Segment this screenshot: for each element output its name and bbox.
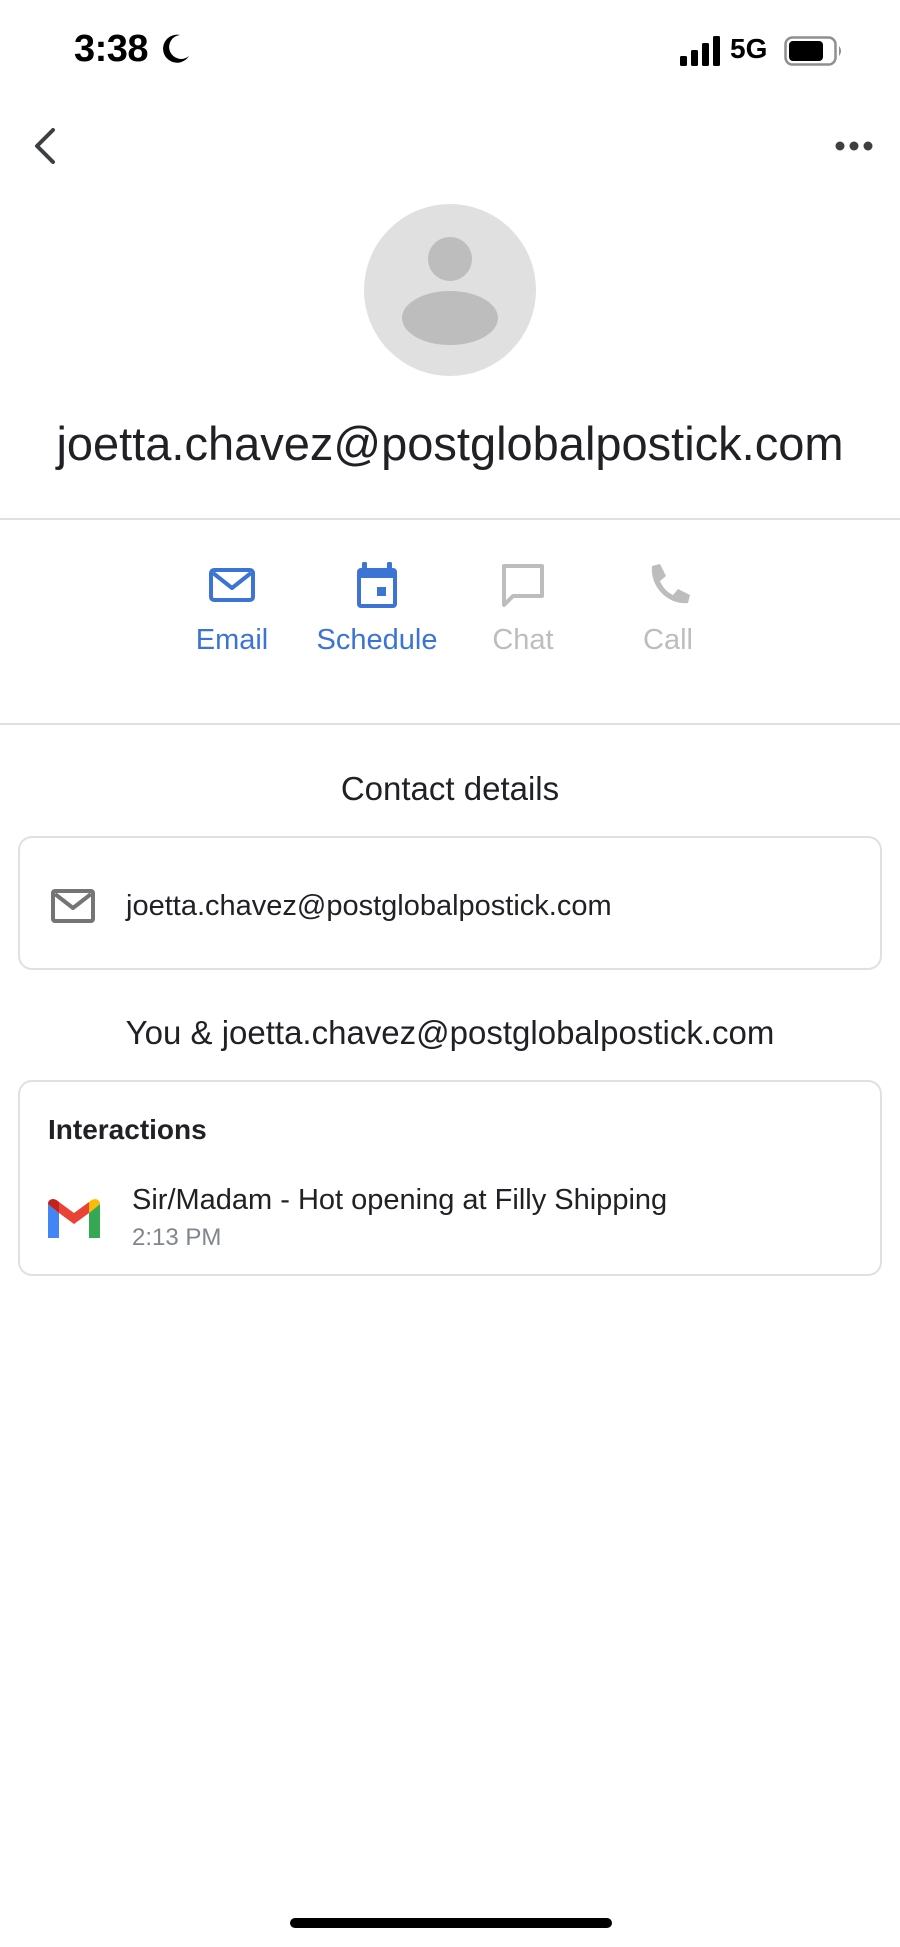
gmail-icon bbox=[48, 1199, 100, 1238]
home-indicator[interactable] bbox=[290, 1918, 612, 1928]
interaction-item[interactable]: Sir/Madam - Hot opening at Filly Shippin… bbox=[20, 1170, 880, 1270]
contact-email-value: joetta.chavez@postglobalpostick.com bbox=[126, 890, 612, 922]
email-action-button[interactable]: Email bbox=[157, 560, 307, 670]
person-silhouette-icon bbox=[402, 237, 498, 345]
interaction-subject: Sir/Madam - Hot opening at Filly Shippin… bbox=[132, 1184, 668, 1216]
status-bar: 3:38 5G bbox=[0, 0, 900, 100]
contact-name: joetta.chavez@postglobalpostick.com bbox=[56, 417, 844, 470]
shared-section-title: You & joetta.chavez@postglobalpostick.co… bbox=[125, 1014, 775, 1051]
mail-icon bbox=[209, 568, 255, 602]
moon-icon bbox=[163, 34, 189, 63]
contact-details-title: Contact details bbox=[340, 770, 560, 807]
battery-icon bbox=[784, 36, 841, 66]
interaction-time: 2:13 PM bbox=[132, 1224, 222, 1251]
call-action-label: Call bbox=[643, 624, 693, 656]
schedule-action-label: Schedule bbox=[316, 624, 438, 656]
signal-icon bbox=[680, 36, 720, 66]
schedule-action-button[interactable]: Schedule bbox=[302, 560, 452, 670]
status-time: 3:38 bbox=[74, 28, 149, 70]
network-type: 5G bbox=[730, 33, 768, 64]
more-horizontal-icon bbox=[835, 141, 873, 151]
divider bbox=[0, 518, 900, 520]
more-options-button[interactable] bbox=[826, 122, 882, 170]
back-arrow-icon bbox=[35, 128, 55, 164]
phone-icon bbox=[651, 564, 690, 604]
email-action-label: Email bbox=[195, 624, 269, 656]
chat-action-button[interactable]: Chat bbox=[448, 560, 598, 670]
contact-email-card[interactable]: joetta.chavez@postglobalpostick.com bbox=[18, 836, 882, 970]
chat-bubble-icon bbox=[502, 564, 544, 607]
interactions-card: Interactions Sir/Madam - Hot opening at … bbox=[18, 1080, 882, 1276]
divider bbox=[0, 723, 900, 725]
chat-action-label: Chat bbox=[492, 624, 554, 656]
back-button[interactable] bbox=[22, 118, 70, 174]
call-action-button[interactable]: Call bbox=[593, 560, 743, 670]
interactions-title: Interactions bbox=[48, 1114, 207, 1145]
calendar-icon bbox=[357, 562, 397, 608]
avatar bbox=[364, 204, 536, 376]
mail-icon bbox=[51, 889, 95, 923]
